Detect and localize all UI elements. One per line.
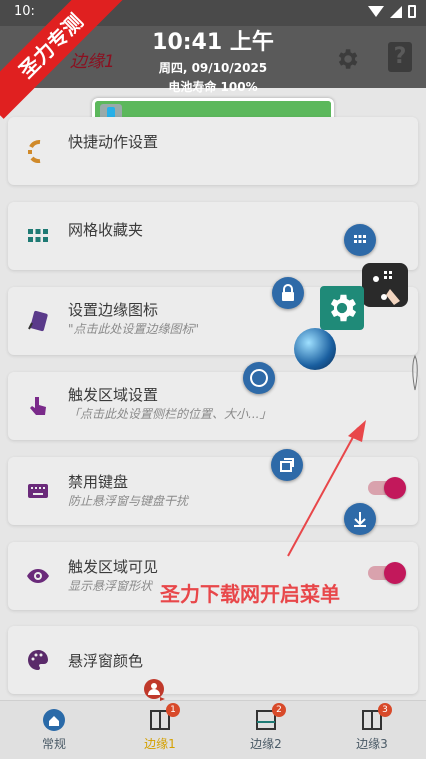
float-grid-button[interactable]: [344, 224, 376, 256]
tab-label: 常规: [41, 737, 66, 751]
badge: 3: [378, 703, 392, 717]
card-title: 快捷动作设置: [68, 133, 159, 151]
globe-icon[interactable]: [294, 328, 336, 370]
card-title: 网格收藏夹: [68, 221, 144, 239]
card-subtitle: 显示悬浮窗形状: [68, 579, 153, 593]
edge-panel-icon: 2: [255, 703, 286, 731]
eye-icon: [27, 569, 49, 583]
status-time: 10:: [14, 4, 35, 19]
edge-panel-icon: 3: [361, 703, 392, 731]
home-icon: [43, 709, 65, 731]
card-subtitle: 「点击此处设置侧栏的位置、大小...」: [68, 407, 272, 421]
badge: 2: [272, 703, 286, 717]
tab-edge2[interactable]: 2 边缘2: [226, 703, 306, 752]
card-trigger-area[interactable]: 触发区域设置 「点击此处设置侧栏的位置、大小...」: [8, 372, 418, 440]
card-float-color[interactable]: 悬浮窗颜色: [8, 626, 418, 694]
float-download-button[interactable]: [344, 503, 376, 535]
card-title: 禁用键盘: [68, 473, 129, 491]
tab-edge3[interactable]: 3 边缘3: [332, 703, 412, 752]
tab-general[interactable]: 常规: [14, 709, 94, 752]
tab-label: 边缘2: [250, 737, 282, 751]
toggle-knob: [384, 562, 406, 584]
page-title: 边缘1: [70, 52, 115, 72]
help-icon[interactable]: ?: [388, 42, 412, 72]
card-quick-actions[interactable]: 快捷动作设置: [8, 117, 418, 185]
card-title: 触发区域设置: [68, 386, 159, 404]
battery-icon: [408, 5, 416, 18]
card-subtitle: 防止悬浮窗与键盘干扰: [68, 494, 189, 508]
annotation-caption: 圣力下载网开启菜单: [160, 582, 340, 606]
quick-action-icon: [28, 139, 41, 163]
keyboard-icon: [28, 484, 48, 498]
quick-settings-icon[interactable]: [362, 263, 408, 307]
tab-label: 边缘1: [144, 737, 176, 751]
edge-panel-icon: 1: [149, 703, 180, 731]
rocket-icon: [410, 354, 420, 400]
card-subtitle: "点击此处设置边缘图标": [68, 322, 200, 336]
float-recents-button[interactable]: [271, 449, 303, 481]
tab-label: 边缘3: [356, 737, 388, 751]
disable-keyboard-toggle[interactable]: [368, 477, 406, 499]
status-icons: [368, 5, 416, 18]
edge-card-icon: [28, 310, 48, 332]
tab-edge1[interactable]: 1 边缘1: [120, 703, 200, 752]
bottom-navigation: 常规 1 边缘1 2 边缘2 3 边缘3: [0, 679, 426, 759]
wifi-icon: [368, 6, 384, 17]
signal-icon: [390, 5, 402, 18]
card-title: 触发区域可见: [68, 558, 159, 576]
badge: 1: [166, 703, 180, 717]
palette-icon: [28, 650, 48, 670]
grid-icon: [28, 229, 48, 242]
settings-gear-icon[interactable]: [334, 46, 360, 72]
card-title: 设置边缘图标: [68, 301, 159, 319]
card-title: 悬浮窗颜色: [68, 652, 144, 670]
toggle-knob: [384, 477, 406, 499]
float-home-button[interactable]: [243, 362, 275, 394]
trigger-visible-toggle[interactable]: [368, 562, 406, 584]
user-location-icon: [144, 679, 166, 705]
touch-icon: [30, 397, 46, 415]
float-lock-button[interactable]: [272, 277, 304, 309]
float-settings-gear-icon[interactable]: [320, 286, 364, 330]
